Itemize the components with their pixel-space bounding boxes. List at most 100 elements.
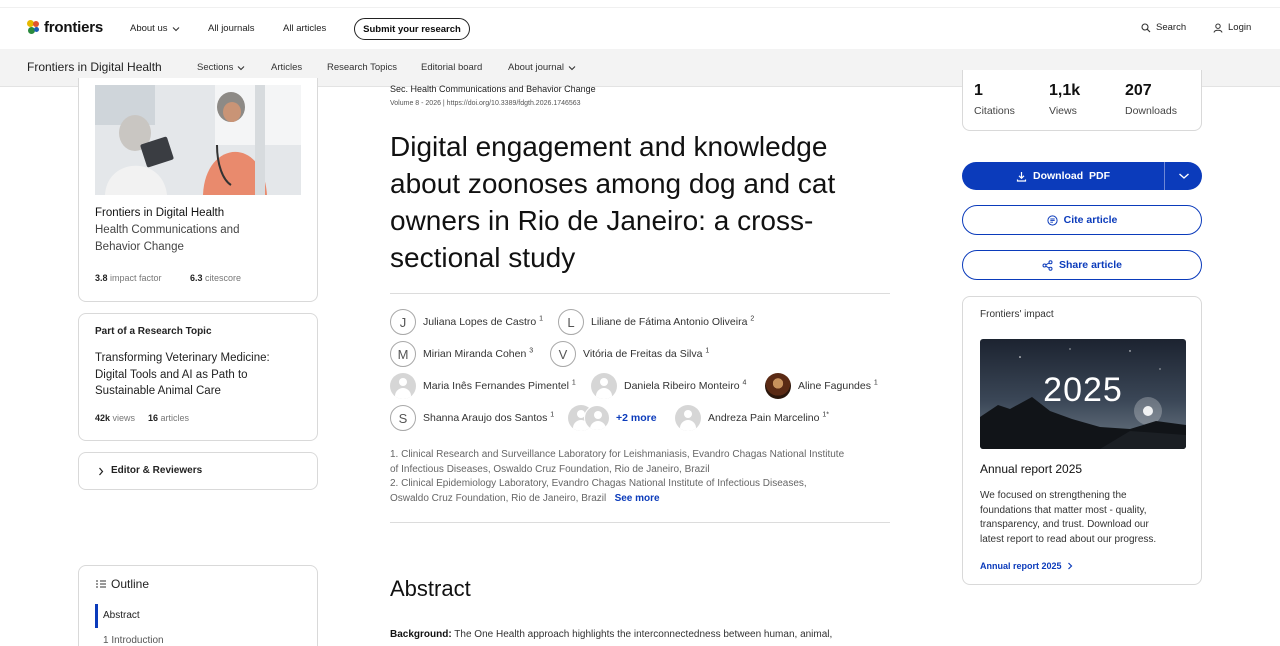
author-item[interactable]: M Mirian Miranda Cohen 3 <box>390 341 533 367</box>
editor-reviewers-toggle[interactable]: Editor & Reviewers <box>78 452 318 490</box>
article-title-line: owners in Rio de Janeiro: a cross- <box>390 205 814 236</box>
author-name-text: Aline Fagundes <box>798 380 871 392</box>
chevron-down-icon <box>568 65 576 70</box>
author-affiliation-number: 3 <box>529 347 534 355</box>
research-topic-title: Transforming Veterinary Medicine: Digita… <box>95 350 270 400</box>
see-more-link[interactable]: See more <box>615 493 660 504</box>
abstract-paragraph: Background: The One Health approach high… <box>390 627 885 642</box>
login-button[interactable]: Login <box>1213 22 1251 33</box>
author-affiliation-number: 1* <box>822 411 830 419</box>
citescore-label: citescore <box>205 273 242 283</box>
author-item[interactable]: J Juliana Lopes de Castro 1 <box>390 309 543 335</box>
journal-name-link[interactable]: Frontiers in Digital Health <box>27 60 162 74</box>
author-name-text: Daniela Ribeiro Monteiro <box>624 380 740 392</box>
affiliation-line: 1. Clinical Research and Surveillance La… <box>390 449 845 460</box>
downloads-value: 207 <box>1125 82 1152 99</box>
topic-articles-value: 16 <box>148 413 159 423</box>
author-name-text: Andreza Pain Marcelino <box>708 412 820 424</box>
affiliation-line: Oswaldo Cruz Foundation, Rio de Janeiro,… <box>390 492 885 507</box>
chevron-right-icon <box>1067 562 1072 570</box>
citations-value: 1 <box>974 82 983 99</box>
affiliation-2: 2. Clinical Epidemiology Laboratory, Eva… <box>390 477 885 506</box>
section-cover-image <box>95 85 301 195</box>
article-section-label[interactable]: Sec. Health Communications and Behavior … <box>390 84 596 94</box>
journal-nav-articles[interactable]: Articles <box>271 62 302 73</box>
outline-item-introduction[interactable]: 1 Introduction <box>103 635 164 646</box>
author-name: Aline Fagundes 1 <box>798 380 878 393</box>
author-name-text: Liliane de Fátima Antonio Oliveira <box>591 316 748 328</box>
frontiers-logo[interactable]: frontiers <box>27 19 103 36</box>
outline-item-abstract[interactable]: Abstract <box>103 610 140 621</box>
download-icon <box>1016 171 1027 182</box>
author-avatar-photo <box>765 373 791 399</box>
author-avatar: M <box>390 341 416 367</box>
list-icon <box>96 580 106 588</box>
journal-nav-sections[interactable]: Sections <box>197 62 245 73</box>
journal-card-section: Health Communications and Behavior Chang… <box>95 222 239 255</box>
annual-report-image[interactable]: 2025 <box>980 339 1186 449</box>
topic-views-metric: 42k views <box>95 413 135 423</box>
author-name: Shanna Araujo dos Santos 1 <box>423 412 554 425</box>
chevron-right-icon <box>99 467 104 476</box>
annual-report-link[interactable]: Annual report 2025 <box>980 561 1073 571</box>
frontiers-logo-icon <box>27 19 41 36</box>
research-topic-card[interactable]: Part of a Research Topic Transforming Ve… <box>78 313 318 441</box>
download-pdf-button[interactable]: Download PDF <box>962 162 1164 190</box>
search-button[interactable]: Search <box>1141 22 1186 33</box>
author-item[interactable]: Daniela Ribeiro Monteiro 4 <box>591 373 746 399</box>
research-topic-heading: Part of a Research Topic <box>95 326 212 337</box>
nav-all-journals[interactable]: All journals <box>208 23 254 34</box>
logo-text: frontiers <box>44 19 104 36</box>
topic-articles-metric: 16 articles <box>148 413 189 423</box>
abstract-heading: Abstract <box>390 576 471 601</box>
article-volume-doi: Volume 8 - 2026 | https://doi.org/10.338… <box>390 100 581 107</box>
author-item[interactable]: L Liliane de Fátima Antonio Oliveira 2 <box>558 309 754 335</box>
journal-nav-editorial-board[interactable]: Editorial board <box>421 62 482 73</box>
author-name-text: Juliana Lopes de Castro <box>423 316 537 328</box>
author-avatar-placeholder <box>675 405 701 431</box>
annual-report-description: We focused on strengthening the foundati… <box>980 489 1156 547</box>
report-year-text: 2025 <box>1043 371 1123 409</box>
citescore-value: 6.3 <box>190 273 203 283</box>
article-metrics-card: 1 Citations 1,1k Views 207 Downloads <box>962 70 1202 131</box>
journal-nav-research-topics[interactable]: Research Topics <box>327 62 397 73</box>
author-name: Maria Inês Fernandes Pimentel 1 <box>423 380 576 393</box>
author-name: Juliana Lopes de Castro 1 <box>423 316 543 329</box>
author-item[interactable]: V Vitória de Freitas da Silva 1 <box>550 341 709 367</box>
cite-article-button[interactable]: Cite article <box>962 205 1202 235</box>
download-options-button[interactable] <box>1165 162 1202 190</box>
article-title-line: Digital engagement and knowledge <box>390 131 828 162</box>
article-title-line: sectional study <box>390 242 576 273</box>
affiliation-1: 1. Clinical Research and Surveillance La… <box>390 448 885 477</box>
research-topic-title-line: Digital Tools and AI as Path to <box>95 368 248 381</box>
nav-about-us[interactable]: About us <box>130 23 180 34</box>
more-authors-avatars <box>568 405 610 431</box>
outline-heading: Outline <box>111 577 150 591</box>
journal-nav-about-journal[interactable]: About journal <box>508 62 576 73</box>
chevron-down-icon <box>238 65 245 70</box>
more-authors-button[interactable]: +2 more <box>568 405 657 431</box>
share-article-button[interactable]: Share article <box>962 250 1202 280</box>
nav-all-articles[interactable]: All articles <box>283 23 326 34</box>
author-item[interactable]: Maria Inês Fernandes Pimentel 1 <box>390 373 576 399</box>
journal-nav-about-label: About journal <box>508 62 564 73</box>
author-avatar: V <box>550 341 576 367</box>
chevron-down-icon <box>1178 173 1189 179</box>
author-avatar: S <box>390 405 416 431</box>
annual-report-title: Annual report 2025 <box>980 462 1083 476</box>
downloads-label: Downloads <box>1125 105 1177 117</box>
research-topic-title-line: Transforming Veterinary Medicine: <box>95 352 270 364</box>
article-title: Digital engagement and knowledge about z… <box>390 128 870 276</box>
topic-views-value: 42k <box>95 413 111 423</box>
author-item[interactable]: S Shanna Araujo dos Santos 1 <box>390 405 554 431</box>
author-item[interactable]: Andreza Pain Marcelino 1* <box>675 405 829 431</box>
author-item[interactable]: Aline Fagundes 1 <box>765 373 878 399</box>
journal-section-card[interactable]: Frontiers in Digital Health Health Commu… <box>78 78 318 302</box>
journal-nav-sections-label: Sections <box>197 62 234 73</box>
affiliation-line: 2. Clinical Epidemiology Laboratory, Eva… <box>390 478 807 489</box>
citescore-metric: 6.3 citescore <box>190 273 241 283</box>
citations-label: Citations <box>974 105 1015 117</box>
author-avatar-placeholder <box>390 373 416 399</box>
description-line: latest report to read about our progress… <box>980 533 1157 545</box>
submit-research-button[interactable]: Submit your research <box>354 18 470 40</box>
